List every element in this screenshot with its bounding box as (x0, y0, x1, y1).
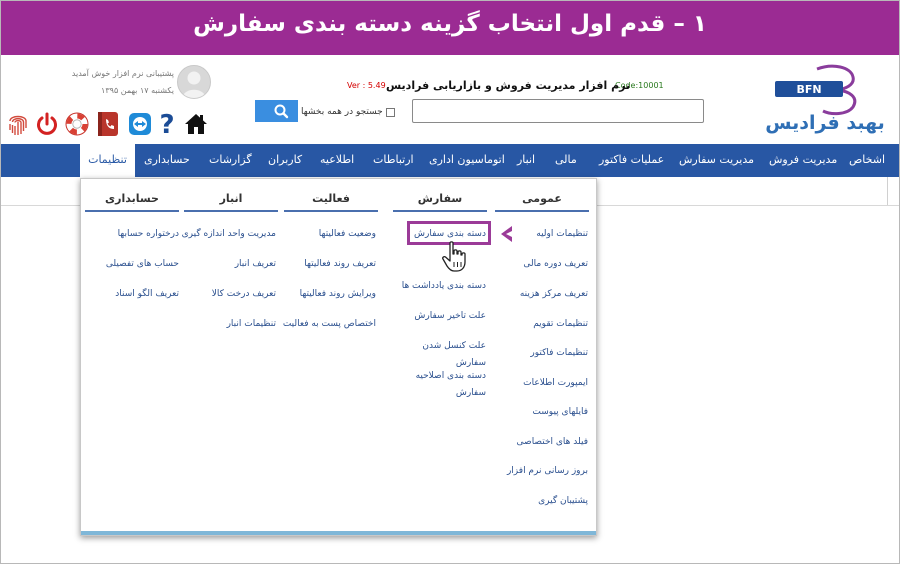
fingerprint-icon[interactable] (7, 111, 29, 137)
nav-item-communications[interactable]: ارتباطات (373, 153, 414, 166)
welcome-text: پشتیبانی نرم افزار خوش آمدید (71, 69, 174, 78)
menu-item-attachments[interactable]: فایلهای پیوست (532, 407, 588, 417)
menu-col-general-underline (495, 210, 589, 212)
support-lifebuoy-icon[interactable] (64, 111, 90, 137)
hand-cursor-icon (442, 241, 468, 273)
menu-item-cancel-reason-line2[interactable]: سفارش (456, 358, 486, 368)
nav-item-office-automation[interactable]: اتوماسیون اداری (429, 153, 505, 166)
help-icon[interactable]: ? (157, 110, 177, 140)
teamviewer-icon[interactable] (128, 111, 152, 137)
menu-item-invoice-settings[interactable]: تنظیمات فاکتور (530, 348, 588, 358)
main-navbar: اشخاص مدیریت فروش مدیریت سفارش عملیات فا… (1, 144, 899, 177)
menu-col-accounting-underline (85, 210, 179, 212)
tutorial-banner: ۱ – قدم اول انتخاب گزینه دسته بندی سفارش (1, 1, 899, 55)
menu-col-general-title: عمومی (522, 192, 562, 205)
date-text: یکشنبه ۱۷ بهمن ۱۳۹۵ (101, 86, 174, 95)
menu-item-fiscal-period[interactable]: تعریف دوره مالی (523, 259, 588, 269)
menu-item-cancel-reason[interactable]: علت کنسل شدن (422, 341, 486, 351)
menu-item-edit-activity-flow[interactable]: ویرایش روند فعالیتها (300, 289, 376, 299)
search-icon (274, 104, 289, 119)
nav-item-accounting[interactable]: حسابداری (144, 153, 190, 166)
menu-item-import-data[interactable]: ایمپورت اطلاعات (523, 378, 588, 388)
menu-col-warehouse-title: انبار (219, 192, 243, 205)
menu-item-document-templates[interactable]: تعریف الگو اسناد (115, 289, 179, 299)
power-icon[interactable] (34, 111, 60, 137)
menu-item-initial-settings[interactable]: تنظیمات اولیه (536, 229, 588, 239)
menu-col-warehouse-underline (184, 210, 278, 212)
search-input[interactable] (412, 99, 704, 123)
menu-item-software-update[interactable]: بروز رسانی نرم افزار (507, 466, 588, 476)
nav-item-settings[interactable]: تنظیمات (80, 144, 135, 180)
search-button[interactable] (255, 100, 298, 122)
menu-item-cost-center[interactable]: تعریف مرکز هزینه (520, 289, 588, 299)
nav-item-users[interactable]: کاربران (268, 153, 302, 166)
menu-item-account-tree[interactable]: درختواره حسابها (118, 229, 179, 239)
search-all-checkbox[interactable] (385, 107, 395, 117)
menu-item-assign-post[interactable]: اختصاص پست به فعالیت (283, 319, 376, 329)
menu-col-activity-underline (284, 210, 378, 212)
menu-item-product-tree[interactable]: تعریف درخت کالا (212, 289, 276, 299)
nav-item-settings-label: تنظیمات (88, 153, 127, 166)
app-title: نرم افزار مدیریت فروش و بازاریابی فرادیس (386, 79, 631, 92)
nav-item-invoice-operations[interactable]: عملیات فاکتور (599, 153, 664, 166)
divider (887, 177, 888, 205)
menu-col-order-underline (393, 210, 487, 212)
version-label: Ver : 5.49 (347, 81, 386, 90)
menu-col-accounting-title: حسابداری (105, 192, 159, 205)
menu-item-detail-accounts[interactable]: حساب های تفصیلی (106, 259, 179, 269)
svg-text:?: ? (159, 111, 174, 137)
menu-item-unit-management[interactable]: مدیریت واحد اندازه گیری (182, 229, 276, 239)
menu-item-calendar-settings[interactable]: تنظیمات تقویم (533, 319, 588, 329)
search-all-option[interactable]: جستجو در همه بخشها (301, 105, 395, 119)
menu-item-custom-fields[interactable]: فیلد های اختصاصی (517, 437, 588, 447)
menu-bottom-border (81, 531, 596, 535)
menu-item-activity-flow[interactable]: تعریف روند فعالیتها (304, 259, 376, 269)
menu-item-backup[interactable]: پشتیبان گیری (538, 496, 588, 506)
menu-item-correction-category[interactable]: دسته بندی اصلاحیه (416, 371, 486, 381)
nav-item-sales-management[interactable]: مدیریت فروش (769, 153, 837, 166)
menu-item-note-category[interactable]: دسته بندی یادداشت ها (402, 281, 486, 291)
logo-badge-text: BFN (796, 83, 821, 96)
menu-item-correction-category-line2[interactable]: سفارش (456, 388, 486, 398)
search-all-label: جستجو در همه بخشها (301, 107, 383, 117)
menu-item-define-warehouse[interactable]: تعریف انبار (235, 259, 276, 269)
banner-title: ۱ – قدم اول انتخاب گزینه دسته بندی سفارش (193, 11, 707, 37)
menu-item-activity-status[interactable]: وضعیت فعالیتها (319, 229, 376, 239)
logo-wordmark: بهبد فرادیس (765, 112, 885, 134)
nav-item-announcements[interactable]: اطلاعیه (320, 153, 354, 166)
menu-col-order-title: سفارش (417, 192, 463, 205)
nav-item-warehouse[interactable]: انبار (517, 153, 535, 166)
nav-item-persons[interactable]: اشخاص (849, 153, 885, 166)
company-logo[interactable]: BFN بهبد فرادیس (753, 63, 899, 139)
nav-item-reports[interactable]: گزارشات (209, 153, 252, 166)
nav-item-finance[interactable]: مالی (555, 153, 577, 166)
avatar[interactable] (177, 65, 211, 99)
menu-item-order-delay-reason[interactable]: علت تاخیر سفارش (414, 311, 486, 321)
menu-col-activity-title: فعالیت (312, 192, 350, 205)
screenshot-frame: ۱ – قدم اول انتخاب گزینه دسته بندی سفارش… (0, 0, 900, 564)
pointer-arrow-icon (496, 225, 514, 243)
menu-item-warehouse-settings[interactable]: تنظیمات انبار (227, 319, 276, 329)
phonebook-icon[interactable] (95, 111, 121, 137)
home-icon[interactable] (183, 111, 209, 137)
nav-item-order-management[interactable]: مدیریت سفارش (679, 153, 754, 166)
